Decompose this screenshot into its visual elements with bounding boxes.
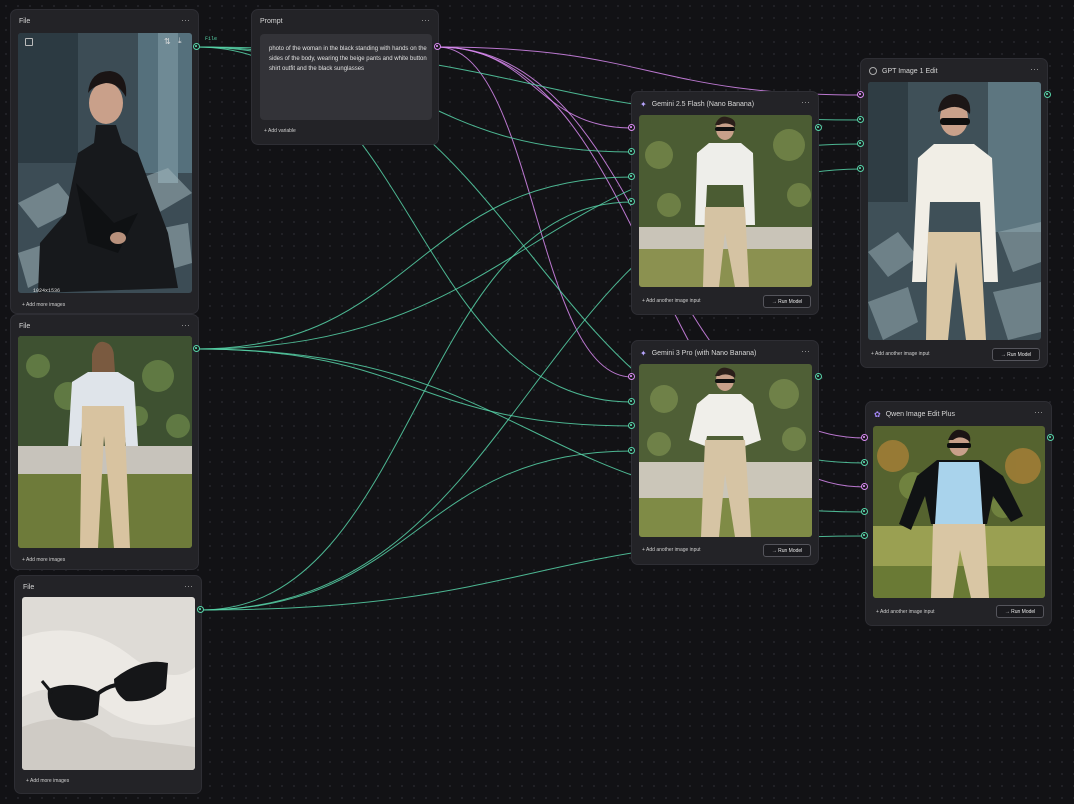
node-menu-icon[interactable]: ··· [181,320,190,330]
woman-beige-outfit-image[interactable] [18,336,192,548]
gpt-prompt-input[interactable] [857,91,864,98]
gemini-pro-prompt-input[interactable] [628,373,635,380]
file-node-3[interactable]: File ··· + Add more images [14,575,202,794]
model-node-title: ✦ Gemini 2.5 Flash (Nano Banana) [640,100,755,109]
run-model-button[interactable]: → Run Model [992,348,1040,361]
gpt-output-handle[interactable] [1044,91,1051,98]
file-2-output-handle[interactable] [193,345,200,352]
model-node-qwen[interactable]: ✿ Qwen Image Edit Plus ··· + Add another … [865,401,1052,626]
sunglasses-image[interactable] [22,597,195,770]
run-model-button[interactable]: → Run Model [996,605,1044,618]
gemini-pro-image-input-2[interactable] [628,422,635,429]
prompt-output-handle[interactable] [434,43,441,50]
file-node-title: File [19,18,31,25]
add-more-images-button[interactable]: + Add more images [26,778,69,784]
woman-black-outfit-image[interactable] [18,33,192,293]
gemini-flash-prompt-input[interactable] [628,124,635,131]
node-menu-icon[interactable]: ··· [801,346,810,356]
node-menu-icon[interactable]: ··· [184,581,193,591]
sort-icon[interactable]: ⇅ [164,37,171,46]
qwen-image-input-1[interactable] [861,459,868,466]
prompt-text: photo of the woman in the black standing… [269,46,427,72]
node-menu-icon[interactable]: ··· [181,15,190,25]
gpt-image-output-image[interactable] [868,82,1041,340]
prompt-node[interactable]: Prompt ··· photo of the woman in the bla… [251,9,439,145]
gpt-image-input-1[interactable] [857,116,864,123]
add-image-input-button[interactable]: + Add another image input [642,298,701,304]
gemini-flash-output-image[interactable] [639,115,812,287]
file-node-title: File [19,323,31,330]
file-node-1[interactable]: File ··· ⇅ ⤓ 1024x1536 + Add more images [10,9,199,314]
node-menu-icon[interactable]: ··· [801,97,810,107]
model-node-gemini-pro[interactable]: ✦ Gemini 3 Pro (with Nano Banana) ··· + A… [631,340,819,565]
sparkle-icon: ✦ [640,349,647,358]
gemini-pro-output-image[interactable] [639,364,812,537]
gemini-pro-image-input-1[interactable] [628,398,635,405]
qwen-output-image[interactable] [873,426,1045,598]
image-resolution-label: 1024x1536 [33,288,61,294]
run-model-button[interactable]: → Run Model [763,544,811,557]
gemini-pro-output-handle[interactable] [815,373,822,380]
add-more-images-button[interactable]: + Add more images [22,557,65,563]
file-node-title: File [23,584,35,591]
gemini-flash-image-input-1[interactable] [628,148,635,155]
wire-label: File [205,36,218,42]
model-node-title: GPT Image 1 Edit [869,67,938,75]
gpt-image-input-2[interactable] [857,140,864,147]
qwen-image-input-4[interactable] [861,532,868,539]
prompt-node-title: Prompt [260,18,283,25]
qwen-output-handle[interactable] [1047,434,1054,441]
gemini-flash-image-input-3[interactable] [628,198,635,205]
gemini-pro-image-input-3[interactable] [628,447,635,454]
add-image-input-button[interactable]: + Add another image input [876,609,935,615]
gemini-flash-output-handle[interactable] [815,124,822,131]
add-variable-button[interactable]: + Add variable [264,128,296,134]
qwen-image-input-3[interactable] [861,508,868,515]
add-more-images-button[interactable]: + Add more images [22,302,65,308]
model-node-title: ✦ Gemini 3 Pro (with Nano Banana) [640,349,757,358]
file-node-2[interactable]: File ··· + Add more images [10,314,199,570]
qwen-icon: ✿ [874,410,881,419]
image-icon[interactable] [25,38,33,46]
add-image-input-button[interactable]: + Add another image input [871,351,930,357]
add-image-input-button[interactable]: + Add another image input [642,547,701,553]
qwen-prompt-input[interactable] [861,434,868,441]
model-node-title: ✿ Qwen Image Edit Plus [874,410,955,419]
file-3-output-handle[interactable] [197,606,204,613]
sparkle-icon: ✦ [640,100,647,109]
model-node-gpt-image[interactable]: GPT Image 1 Edit ··· + Add another image… [860,58,1048,368]
model-node-gemini-flash[interactable]: ✦ Gemini 2.5 Flash (Nano Banana) ··· + Ad… [631,91,819,315]
gemini-flash-image-input-2[interactable] [628,173,635,180]
run-model-button[interactable]: → Run Model [763,295,811,308]
download-icon[interactable]: ⤓ [178,36,182,46]
node-menu-icon[interactable]: ··· [421,15,430,25]
node-menu-icon[interactable]: ··· [1034,407,1043,417]
node-menu-icon[interactable]: ··· [1030,64,1039,74]
openai-icon [869,67,877,75]
gpt-image-input-3[interactable] [857,165,864,172]
file-1-output-handle[interactable] [193,43,200,50]
qwen-image-input-2[interactable] [861,483,868,490]
